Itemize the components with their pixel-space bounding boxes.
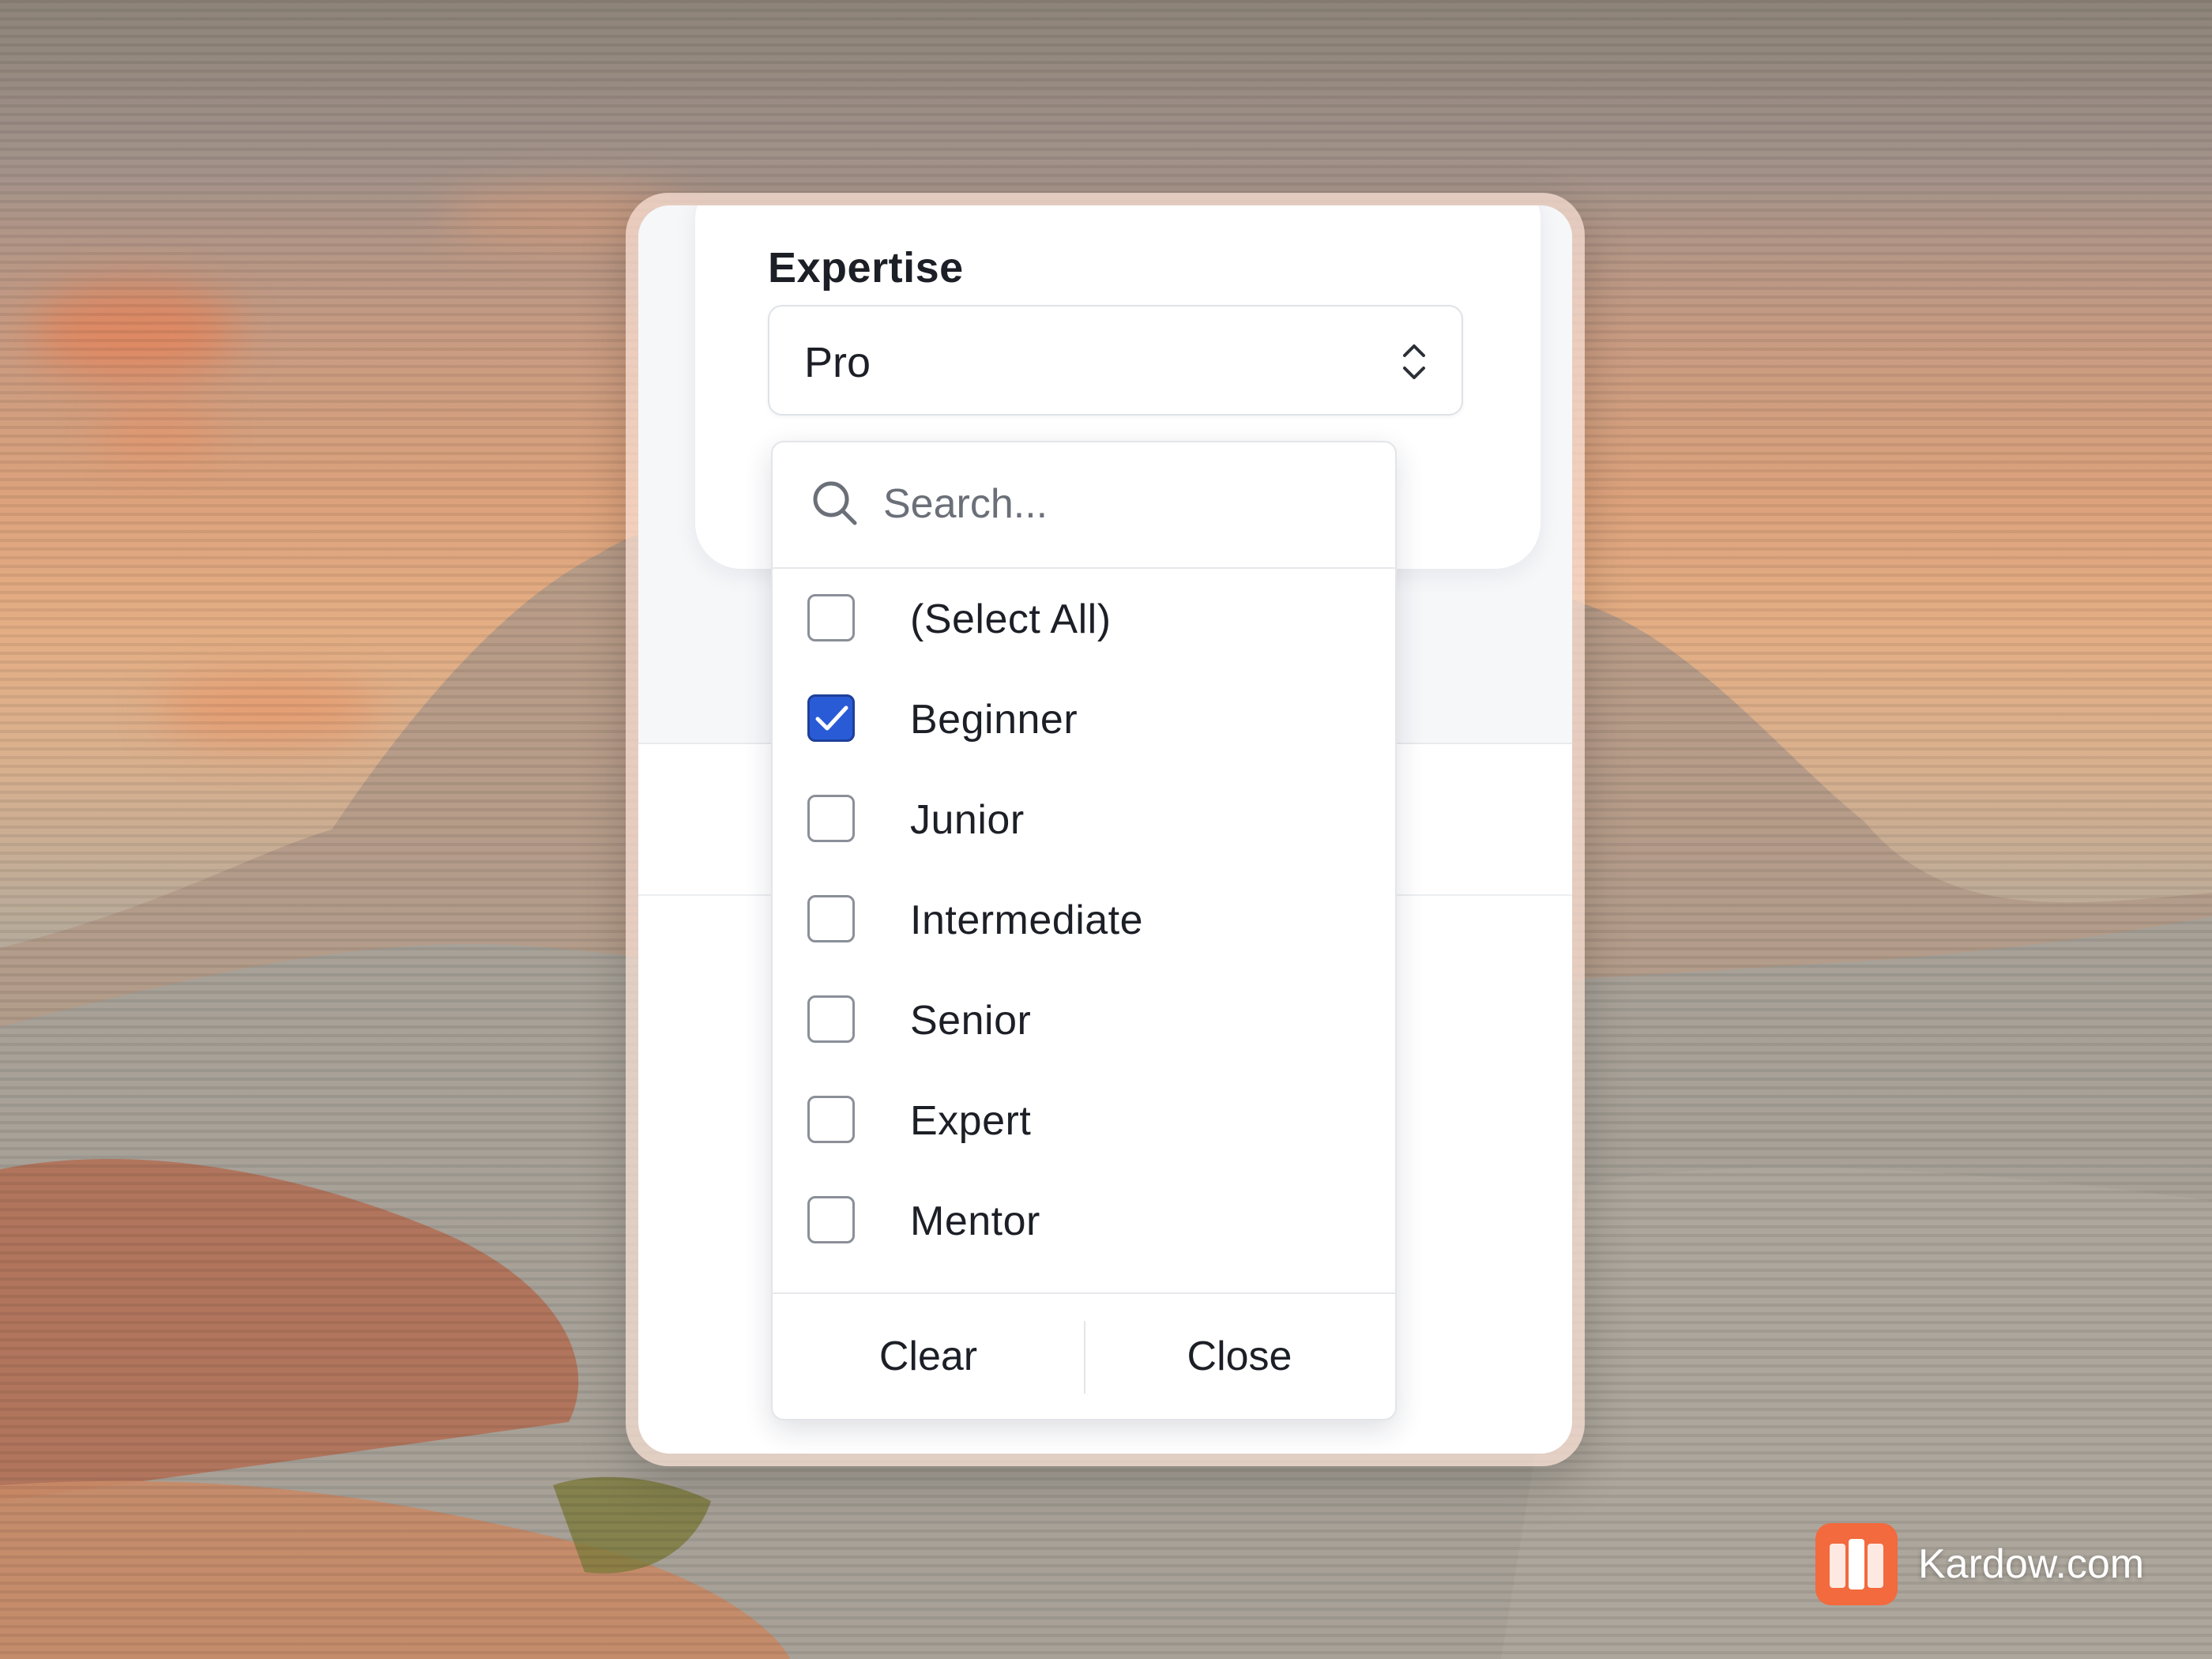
app-panel: Expertise Pro Search... (Select All) Beg… [638, 205, 1572, 1454]
expertise-select[interactable]: Pro [768, 305, 1463, 416]
option-intermediate[interactable]: Intermediate [773, 870, 1395, 970]
option-label: Mentor [910, 1198, 1040, 1244]
checkbox[interactable] [807, 895, 855, 942]
option-label: Junior [910, 797, 1025, 843]
brand-name: Kardow.com [1918, 1541, 2145, 1587]
option-beginner[interactable]: Beginner [773, 669, 1395, 769]
checkbox[interactable] [807, 1196, 855, 1243]
option-label: (Select All) [910, 596, 1112, 642]
checkbox[interactable] [807, 995, 855, 1043]
kardow-logo-icon [1815, 1523, 1898, 1605]
checkbox[interactable] [807, 795, 855, 842]
option-label: Intermediate [910, 897, 1144, 943]
search-input[interactable] [883, 472, 1357, 536]
option-senior[interactable]: Senior [773, 970, 1395, 1070]
kardow-logo-mark [1830, 1539, 1883, 1589]
option-mentor[interactable]: Mentor [773, 1171, 1395, 1271]
checkbox[interactable] [807, 1096, 855, 1143]
clear-button[interactable]: Clear [773, 1294, 1084, 1419]
dropdown-popup: (Select All) Beginner Junior [771, 441, 1397, 1420]
option-label: Expert [910, 1098, 1032, 1144]
option-label: Beginner [910, 697, 1078, 743]
checkbox-checked[interactable] [807, 694, 855, 742]
search-icon [813, 481, 857, 525]
expertise-label: Expertise [768, 244, 964, 292]
close-button[interactable]: Close [1084, 1294, 1395, 1419]
option-expert[interactable]: Expert [773, 1070, 1395, 1171]
check-icon [815, 705, 848, 731]
option-junior[interactable]: Junior [773, 769, 1395, 870]
app-window-frame: Expertise Pro Search... (Select All) Beg… [626, 193, 1585, 1466]
select-value: Pro [804, 339, 871, 386]
chevron-up-down-icon [1403, 344, 1425, 379]
checkbox[interactable] [807, 594, 855, 641]
option-select-all[interactable]: (Select All) [773, 569, 1395, 669]
brand-watermark: Kardow.com [1815, 1523, 2144, 1605]
options-list: (Select All) Beginner Junior Intermediat… [773, 569, 1395, 1271]
dropdown-footer: Clear Close [773, 1292, 1395, 1419]
desktop-background: Expertise Pro Search... (Select All) Beg… [0, 0, 2212, 1659]
search-row [773, 442, 1395, 569]
option-label: Senior [910, 998, 1032, 1044]
